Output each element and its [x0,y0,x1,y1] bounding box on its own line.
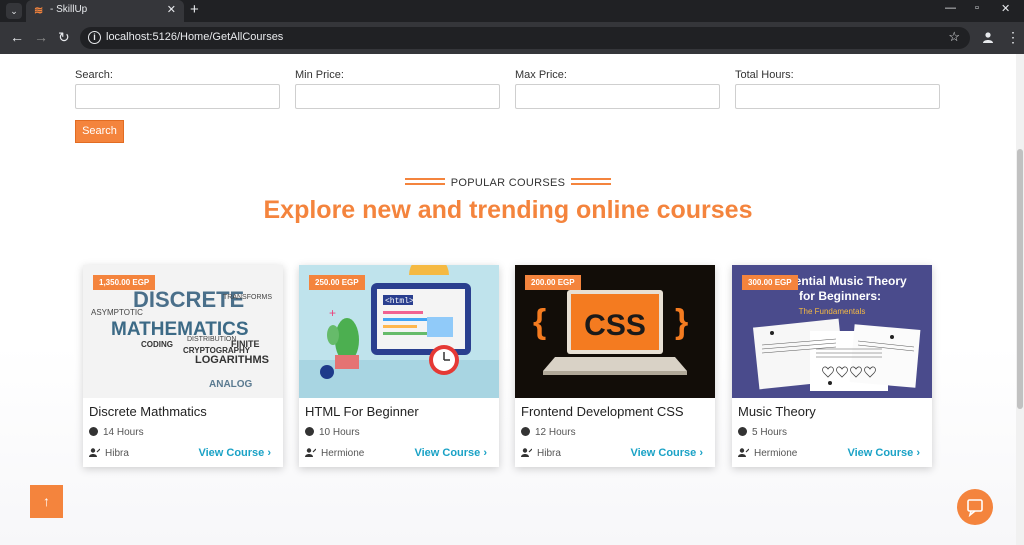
view-course-link[interactable]: View Course › [630,447,703,459]
course-hours: 10 Hours [305,427,360,438]
author-name: Hermione [321,448,365,459]
minimize-window-icon[interactable]: — [945,2,956,14]
course-card[interactable]: <html> + 250.00 EGP HTML For Beginner 10… [299,265,499,467]
svg-text:CODING: CODING [141,340,173,349]
total-hours-label: Total Hours: [735,69,794,81]
chat-icon [967,499,983,518]
course-author: Hermione [305,448,364,459]
address-bar[interactable]: i localhost:5126/Home/GetAllCourses ☆ [80,27,970,49]
min-price-input[interactable] [295,84,500,109]
course-author: Hermione [738,448,797,459]
browser-tab[interactable]: ≋ - SkillUp ✕ [26,0,184,22]
course-title[interactable]: HTML For Beginner [305,404,419,419]
close-window-icon[interactable]: ✕ [1001,2,1010,15]
price-badge: 1,350.00 EGP [93,275,156,290]
clock-icon [738,427,747,436]
price-badge: 300.00 EGP [742,275,798,290]
author-name: Hibra [105,448,129,459]
close-tab-icon[interactable]: ✕ [167,3,176,16]
instructor-icon [738,448,749,457]
course-title[interactable]: Music Theory [738,404,816,419]
clock-icon [521,427,530,436]
instructor-icon [305,448,316,457]
price-badge: 250.00 EGP [309,275,365,290]
svg-text:for Beginners:: for Beginners: [799,289,881,303]
instructor-icon [89,448,100,457]
max-price-label: Max Price: [515,69,567,81]
plus-decoration: + [329,306,336,320]
course-author: Hibra [89,448,129,459]
search-input[interactable] [75,84,280,109]
course-hours: 12 Hours [521,427,576,438]
hours-text: 5 Hours [752,427,788,438]
arrow-up-icon: ↑ [43,493,50,509]
clock-icon [89,427,98,436]
min-price-label: Min Price: [295,69,344,81]
svg-text:DISTRIBUTION: DISTRIBUTION [187,336,236,343]
search-label: Search: [75,69,113,81]
section-title: Explore new and trending online courses [263,196,753,224]
author-name: Hibra [537,448,561,459]
total-hours-input[interactable] [735,84,940,109]
browser-menu-icon[interactable]: ⋮ [1006,29,1020,46]
svg-text:CRYPTOGRAPHY: CRYPTOGRAPHY [183,346,251,355]
hours-text: 10 Hours [319,427,360,438]
back-to-top-button[interactable]: ↑ [30,485,63,518]
course-card[interactable]: Essential Music Theory for Beginners: Th… [732,265,932,467]
new-tab-icon[interactable]: + [190,1,199,18]
profile-icon[interactable] [982,31,994,43]
forward-arrow-icon[interactable]: → [34,29,48,45]
bookmark-star-icon[interactable]: ☆ [948,29,960,45]
max-price-input[interactable] [515,84,720,109]
course-card[interactable]: CSS { } 200.00 EGP Frontend Development … [515,265,715,467]
view-course-link[interactable]: View Course › [414,447,487,459]
tab-title: - SkillUp [50,4,88,15]
course-title[interactable]: Frontend Development CSS [521,404,684,419]
search-button[interactable]: Search [75,120,124,143]
svg-text:CSS: CSS [584,309,646,342]
price-badge: 200.00 EGP [525,275,581,290]
chat-button[interactable] [957,489,993,525]
reload-icon[interactable]: ↻ [58,29,70,46]
page-content: Search: Min Price: Max Price: Total Hour… [0,54,1016,545]
max-price-filter: Max Price: [515,69,720,109]
section-subtitle: POPULAR COURSES [450,177,566,189]
browser-tabbar: ⌄ ≋ - SkillUp ✕ + — ▫ ✕ [0,0,1024,22]
scrollbar-thumb[interactable] [1017,149,1023,409]
maximize-window-icon[interactable]: ▫ [975,2,979,14]
total-hours-filter: Total Hours: [735,69,940,109]
course-hours: 5 Hours [738,427,787,438]
view-course-link[interactable]: View Course › [198,447,271,459]
svg-text:ANALOG: ANALOG [209,379,253,390]
clock-icon [305,427,314,436]
skillup-favicon-icon: ≋ [34,5,44,17]
svg-text:The Fundamentals: The Fundamentals [799,307,866,316]
svg-text:{: { [533,303,546,341]
svg-text:TRANSFORMS: TRANSFORMS [223,294,272,301]
hours-text: 12 Hours [535,427,576,438]
page-scrollbar[interactable] [1016,54,1024,545]
back-arrow-icon[interactable]: ← [10,29,24,45]
course-card[interactable]: ASYMPTOTIC DISCRETE MATHEMATICS CODING L… [83,265,283,467]
author-name: Hermione [754,448,798,459]
svg-text:<html>: <html> [385,297,414,306]
hours-text: 14 Hours [103,427,144,438]
title-decoration-right [571,178,611,185]
search-filter: Search: [75,69,280,109]
svg-text:}: } [675,303,688,341]
instructor-icon [521,448,532,457]
browser-toolbar: ← → ↻ i localhost:5126/Home/GetAllCourse… [0,22,1024,54]
course-author: Hibra [521,448,561,459]
course-hours: 14 Hours [89,427,144,438]
svg-text:LOGARITHMS: LOGARITHMS [195,354,269,366]
url-text[interactable]: localhost:5126/Home/GetAllCourses [106,31,283,43]
min-price-filter: Min Price: [295,69,500,109]
view-course-link[interactable]: View Course › [847,447,920,459]
tab-search-icon[interactable]: ⌄ [6,3,22,19]
course-title[interactable]: Discrete Mathmatics [89,404,207,419]
site-info-icon[interactable]: i [88,31,101,44]
